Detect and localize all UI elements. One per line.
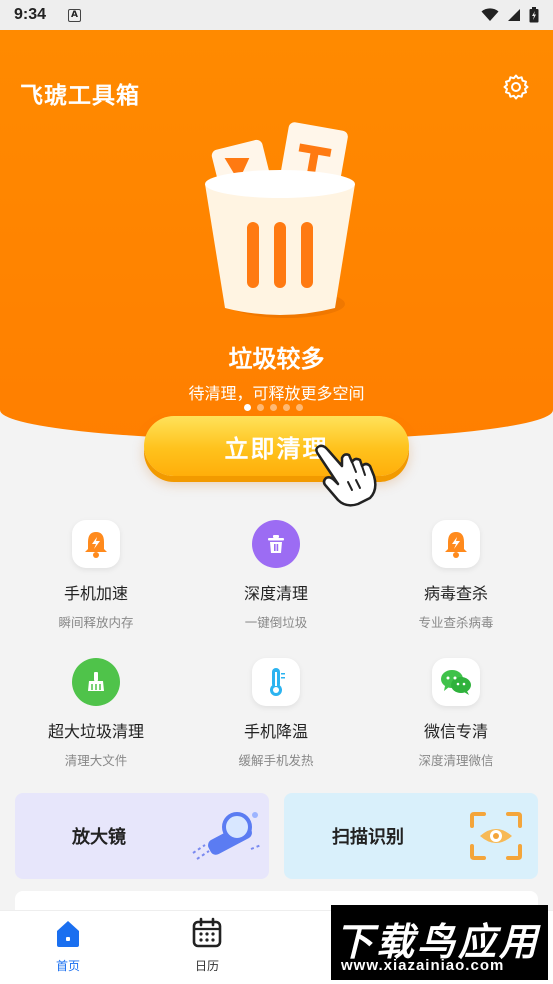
calendar-icon [192,917,222,948]
magnifier-card[interactable]: 放大镜 [15,793,269,879]
status-bar: 9:34 A [0,0,553,30]
settings-gear-icon[interactable] [502,73,530,101]
feature-title: 病毒查杀 [423,584,488,603]
pointing-hand-icon [315,444,377,507]
trash-bin-illustration [205,122,355,318]
magnifier-card-label: 放大镜 [72,827,126,848]
scan-card-label: 扫描识别 [332,827,404,848]
broom-icon [72,658,120,706]
feature-large-file-clean[interactable]: 超大垃圾清理 清理大文件 [16,658,176,769]
wechat-icon [432,658,480,706]
bell-bolt-icon [432,520,480,568]
feature-phone-cooling[interactable]: 手机降温 缓解手机发热 [196,658,356,769]
scan-eye-icon [470,812,522,860]
app-title: 飞琥工具箱 [20,83,140,109]
feature-title: 微信专清 [423,722,488,741]
status-icons [481,7,539,23]
carousel-dots [244,404,303,411]
feature-virus-scan[interactable]: 病毒查杀 专业查杀病毒 [376,520,536,631]
carousel-dot[interactable] [296,404,303,411]
nav-home-label: 首页 [55,959,80,973]
thermometer-icon [252,658,300,706]
hero-subtitle: 待清理，可释放更多空间 [188,384,365,403]
feature-subtitle: 深度清理微信 [418,753,494,768]
nav-home[interactable]: 首页 [28,917,108,974]
feature-subtitle: 一键倒垃圾 [244,615,308,630]
signal-icon [508,9,520,21]
feature-deep-clean[interactable]: 深度清理 一键倒垃圾 [196,520,356,631]
trash-icon [252,520,300,568]
carousel-dot[interactable] [283,404,290,411]
battery-icon [529,7,539,23]
scan-recognize-card[interactable]: 扫描识别 [284,793,538,879]
feature-title: 手机加速 [63,584,128,603]
feature-title: 手机降温 [243,722,308,741]
feature-title: 超大垃圾清理 [47,722,144,741]
watermark-url: www.xiazainiao.com [341,957,505,974]
feature-wechat-clean[interactable]: 微信专清 深度清理微信 [376,658,536,769]
home-icon [57,921,79,947]
feature-subtitle: 瞬间释放内存 [58,615,134,630]
status-time: 9:34 [14,6,47,23]
carousel-dot[interactable] [244,404,251,411]
wifi-icon [481,8,499,21]
feature-subtitle: 专业查杀病毒 [418,615,494,630]
watermark: 下载鸟应用 www.xiazainiao.com [331,905,548,980]
magnifier-icon [192,812,262,860]
nav-calendar[interactable]: 日历 [167,917,247,974]
feature-phone-boost[interactable]: 手机加速 瞬间释放内存 [16,520,176,631]
feature-subtitle: 清理大文件 [64,753,128,768]
feature-title: 深度清理 [243,584,308,603]
carousel-dot[interactable] [257,404,264,411]
carousel-dot[interactable] [270,404,277,411]
bell-bolt-icon [72,520,120,568]
notification-a-icon: A [68,8,82,22]
nav-calendar-label: 日历 [194,959,219,973]
feature-subtitle: 缓解手机发热 [238,753,314,768]
hero-title: 垃圾较多 [228,345,325,373]
